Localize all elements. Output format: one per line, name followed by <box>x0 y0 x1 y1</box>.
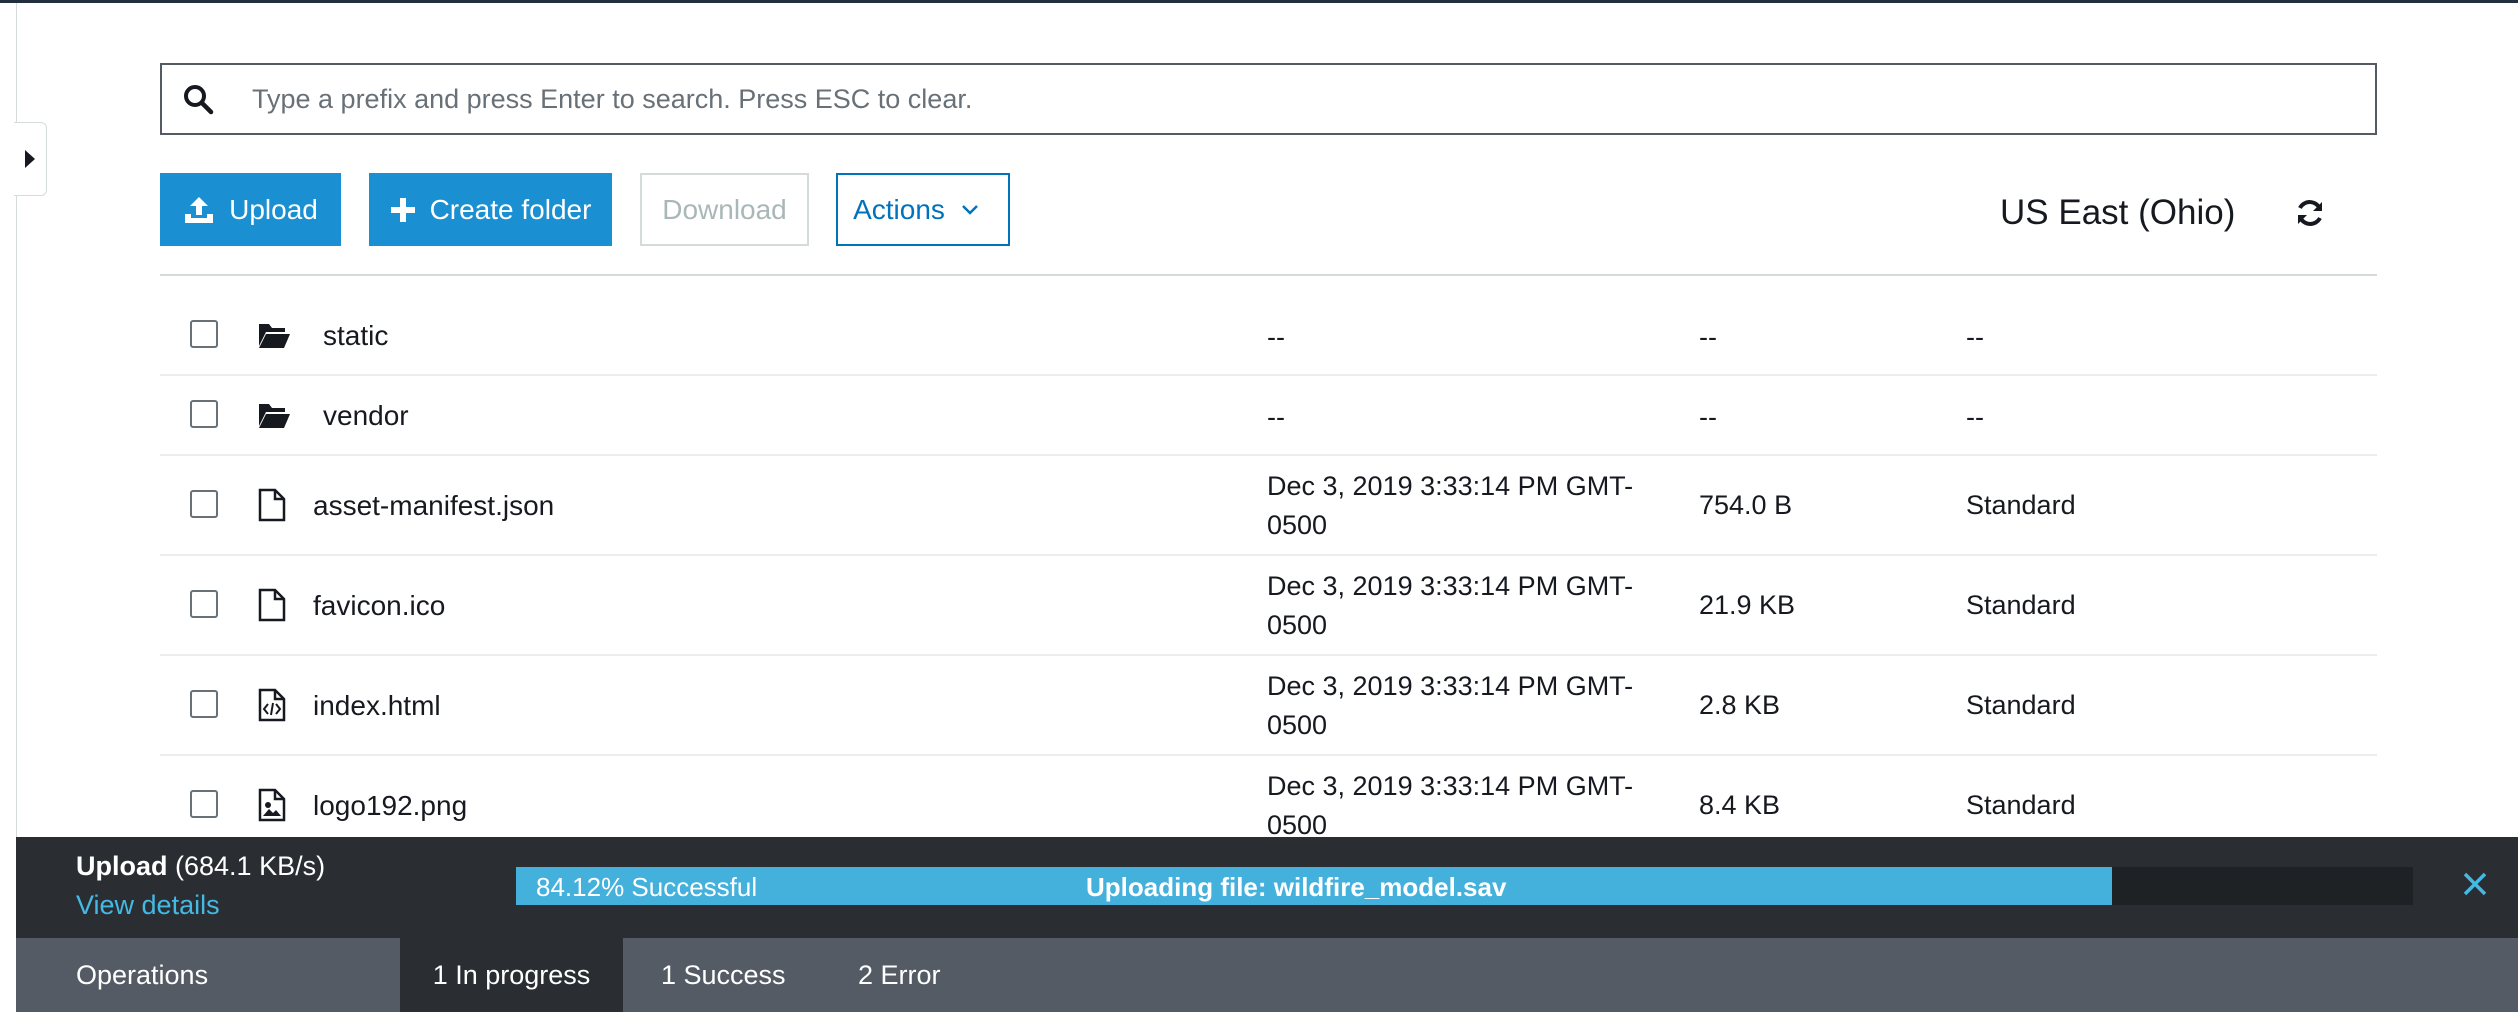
row-modified: -- <box>1267 402 1285 432</box>
upload-status-panel: Upload (684.1 KB/s) View details 84.12% … <box>16 837 2518 1012</box>
search-icon <box>182 83 222 115</box>
refresh-icon <box>2298 200 2322 226</box>
row-name[interactable]: asset-manifest.json <box>313 490 554 522</box>
row-storage-class: -- <box>1966 322 1984 352</box>
table-row[interactable]: favicon.ico Dec 3, 2019 3:33:14 PM GMT-0… <box>160 556 2377 656</box>
table-row[interactable]: index.html Dec 3, 2019 3:33:14 PM GMT-05… <box>160 656 2377 756</box>
row-checkbox[interactable] <box>190 320 218 348</box>
actions-dropdown[interactable]: Actions <box>836 173 1010 246</box>
row-name[interactable]: favicon.ico <box>313 590 445 622</box>
row-checkbox[interactable] <box>190 400 218 428</box>
download-button-label: Download <box>662 193 787 225</box>
tab-error[interactable]: 2 Error <box>858 938 941 1012</box>
row-modified: Dec 3, 2019 3:33:14 PM GMT-0500 <box>1267 471 1634 540</box>
upload-title: Upload (684.1 KB/s) <box>76 851 325 882</box>
row-storage-class: -- <box>1966 402 1984 432</box>
close-icon <box>2463 872 2487 896</box>
row-modified: -- <box>1267 322 1285 352</box>
chevron-down-icon <box>962 204 978 215</box>
row-storage-class: Standard <box>1966 590 2076 620</box>
row-name[interactable]: index.html <box>313 690 441 722</box>
actions-label: Actions <box>853 193 945 225</box>
upload-progress-bar: 84.12% Successful Uploading file: wildfi… <box>516 867 2413 905</box>
top-border <box>0 0 2518 3</box>
folder-open-icon <box>257 400 291 435</box>
view-details-link[interactable]: View details <box>76 890 220 921</box>
row-storage-class: Standard <box>1966 790 2076 820</box>
region-label: US East (Ohio) <box>2000 193 2236 232</box>
upload-button[interactable]: Upload <box>160 173 341 246</box>
table-header-divider <box>160 274 2377 276</box>
upload-tabs: Operations 1 In progress 1 Success 2 Err… <box>16 938 2518 1012</box>
search-input[interactable] <box>250 82 2375 116</box>
file-icon <box>257 488 287 527</box>
upload-summary: Upload (684.1 KB/s) View details 84.12% … <box>16 837 2518 938</box>
create-folder-button[interactable]: Create folder <box>369 173 612 246</box>
create-folder-label: Create folder <box>429 193 592 225</box>
refresh-button[interactable] <box>2295 198 2325 233</box>
row-size: -- <box>1699 402 1717 432</box>
row-name[interactable]: vendor <box>323 400 409 432</box>
table-row[interactable]: asset-manifest.json Dec 3, 2019 3:33:14 … <box>160 456 2377 556</box>
download-button[interactable]: Download <box>640 173 809 246</box>
row-modified: Dec 3, 2019 3:33:14 PM GMT-0500 <box>1267 771 1634 840</box>
row-checkbox[interactable] <box>190 590 218 618</box>
row-size: 754.0 B <box>1699 490 1793 520</box>
tab-success[interactable]: 1 Success <box>661 938 786 1012</box>
row-name[interactable]: static <box>323 320 388 352</box>
row-size: 21.9 KB <box>1699 590 1796 620</box>
row-checkbox[interactable] <box>190 690 218 718</box>
row-checkbox[interactable] <box>190 790 218 818</box>
tab-operations[interactable]: Operations <box>16 938 400 1012</box>
table-row[interactable]: static -- -- -- <box>160 296 2377 376</box>
row-checkbox[interactable] <box>190 490 218 518</box>
table-row[interactable]: vendor -- -- -- <box>160 376 2377 456</box>
row-modified: Dec 3, 2019 3:33:14 PM GMT-0500 <box>1267 571 1634 640</box>
row-size: -- <box>1699 322 1717 352</box>
plus-icon <box>390 197 415 222</box>
close-upload-panel-button[interactable] <box>2462 871 2488 902</box>
row-storage-class: Standard <box>1966 490 2076 520</box>
code-file-icon <box>257 688 287 727</box>
sidebar-toggle[interactable] <box>14 122 47 196</box>
row-name[interactable]: logo192.png <box>313 790 467 822</box>
upload-speed: (684.1 KB/s) <box>175 851 326 881</box>
upload-file-text: Uploading file: wildfire_model.sav <box>1086 872 1507 902</box>
row-storage-class: Standard <box>1966 690 2076 720</box>
upload-button-label: Upload <box>229 193 318 225</box>
row-size: 8.4 KB <box>1699 790 1781 820</box>
search-bar[interactable] <box>160 63 2377 135</box>
upload-icon <box>185 196 214 223</box>
upload-title-label: Upload <box>76 851 168 881</box>
tab-in-progress[interactable]: 1 In progress <box>400 938 623 1012</box>
row-size: 2.8 KB <box>1699 690 1781 720</box>
image-file-icon <box>257 788 287 827</box>
row-modified: Dec 3, 2019 3:33:14 PM GMT-0500 <box>1267 671 1634 740</box>
file-icon <box>257 588 287 627</box>
upload-progress-text: 84.12% Successful <box>536 872 758 902</box>
caret-right-icon <box>25 150 35 168</box>
folder-open-icon <box>257 320 291 355</box>
